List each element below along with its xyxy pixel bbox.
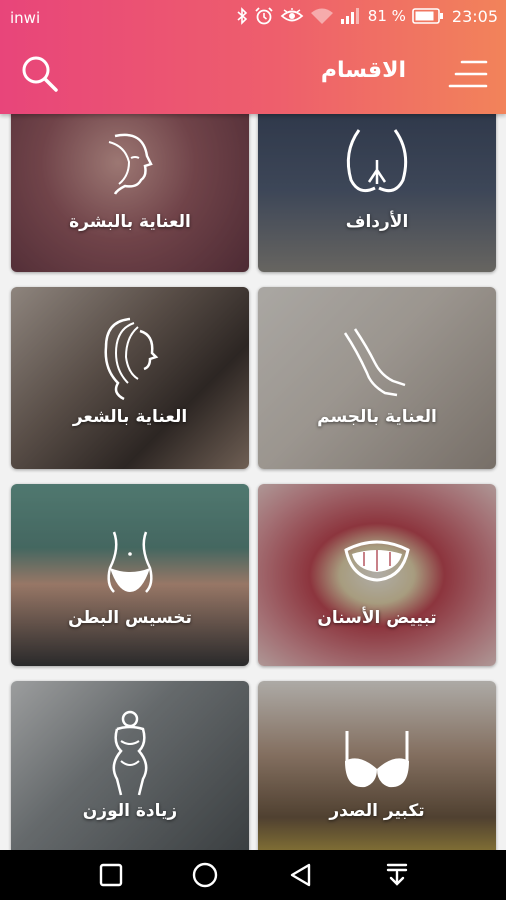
menu-icon <box>448 60 488 88</box>
category-card-breast-enlargement[interactable]: تكبير الصدر <box>258 681 496 850</box>
clock: 23:05 <box>451 6 498 26</box>
category-label: الأرداف <box>345 212 409 232</box>
category-card-hair-care[interactable]: العناية بالشعر <box>11 287 249 469</box>
category-grid: العناية بالبشرة الأرداف العناية بالشعر ا… <box>0 114 506 850</box>
status-bar: inwi 81 % 23:05 <box>0 0 506 36</box>
wifi-icon <box>310 8 333 24</box>
body-icon <box>112 710 148 796</box>
buttocks-icon <box>346 129 408 193</box>
category-card-teeth-whitening[interactable]: تبييض الأسنان <box>258 484 496 666</box>
app-bar: الاقسام <box>0 36 506 114</box>
category-label: تكبير الصدر <box>329 801 425 821</box>
notification-pull-button[interactable] <box>382 860 412 890</box>
back-button[interactable] <box>286 860 316 890</box>
back-icon <box>290 863 311 887</box>
battery-percent: 81 % <box>367 7 406 25</box>
category-card-skin-care[interactable]: العناية بالبشرة <box>11 114 249 272</box>
category-label: العناية بالشعر <box>72 407 188 427</box>
category-label: العناية بالجسم <box>317 407 437 427</box>
hair-icon <box>104 317 159 401</box>
alarm-icon <box>255 7 273 25</box>
bra-icon <box>345 731 409 788</box>
category-card-weight-gain[interactable]: زيادة الوزن <box>11 681 249 850</box>
legs-icon <box>343 328 406 397</box>
home-icon <box>192 862 218 888</box>
waist-icon <box>107 531 153 593</box>
category-label: تبييض الأسنان <box>317 608 437 628</box>
category-label: العناية بالبشرة <box>69 212 191 232</box>
notification-pull-icon <box>386 863 408 886</box>
battery-icon <box>412 8 443 24</box>
signal-icon <box>340 8 359 24</box>
category-label: زيادة الوزن <box>82 801 178 821</box>
top-bar: inwi 81 % 23:05 الاقسام <box>0 0 506 114</box>
category-card-body-care[interactable]: العناية بالجسم <box>258 287 496 469</box>
face-icon <box>108 133 153 195</box>
page-title: الاقسام <box>320 58 406 83</box>
system-nav-bar <box>0 850 506 900</box>
category-card-buttocks[interactable]: الأرداف <box>258 114 496 272</box>
menu-button[interactable] <box>448 56 488 92</box>
carrier-name: inwi <box>10 9 41 27</box>
bluetooth-icon <box>237 7 247 25</box>
eye-icon <box>280 8 304 22</box>
category-card-belly-slimming[interactable]: تخسيس البطن <box>11 484 249 666</box>
search-icon <box>22 56 58 92</box>
recent-apps-button[interactable] <box>96 860 126 890</box>
home-button[interactable] <box>190 860 220 890</box>
search-button[interactable] <box>20 54 60 94</box>
status-icons: 81 % 23:05 <box>236 6 498 26</box>
recent-apps-icon <box>99 863 123 887</box>
smile-icon <box>344 540 410 582</box>
category-label: تخسيس البطن <box>68 608 192 628</box>
